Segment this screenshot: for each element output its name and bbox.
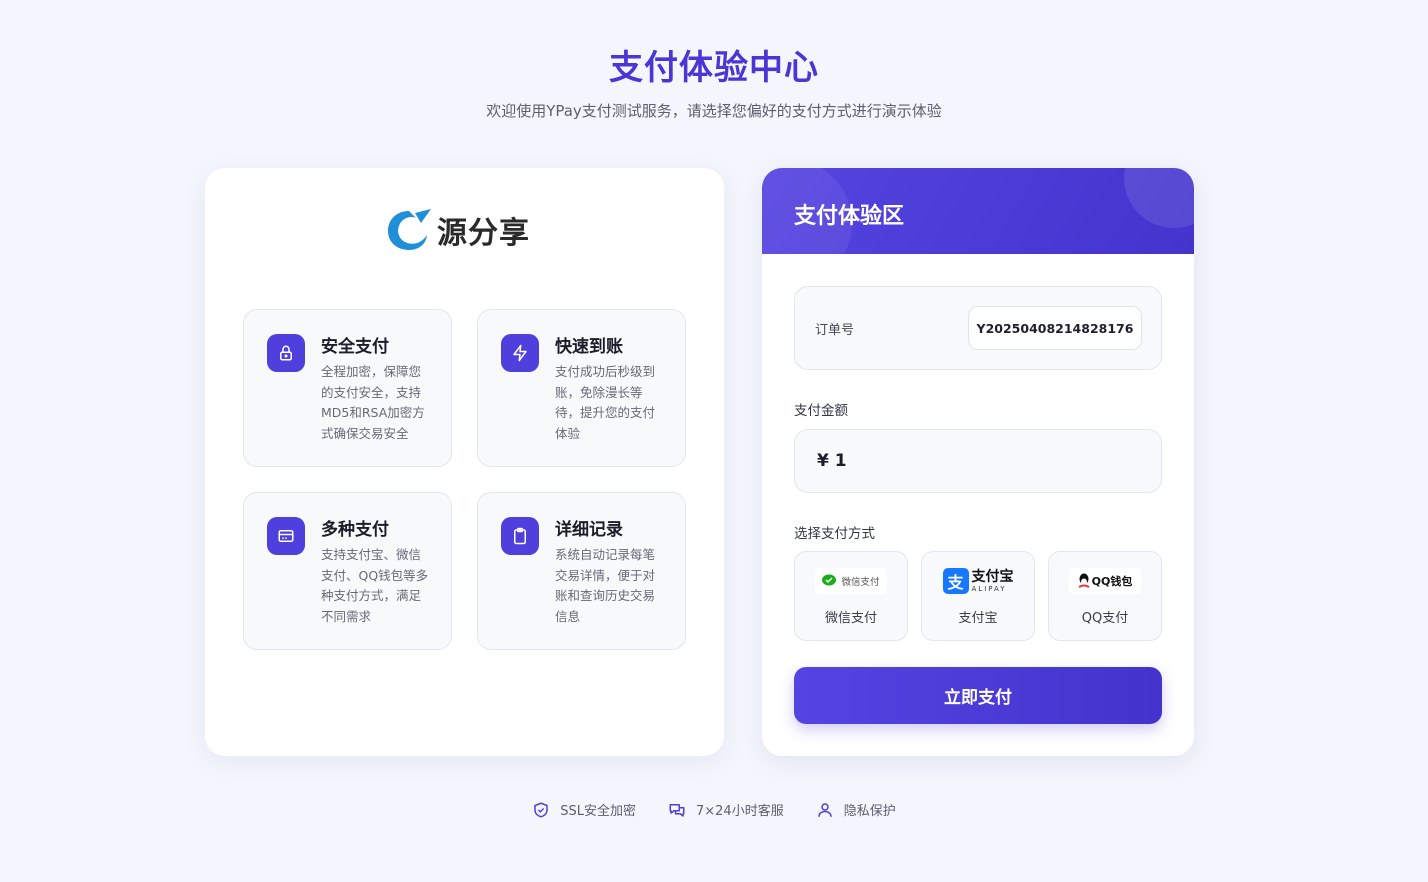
footer-ssl: SSL安全加密: [532, 800, 636, 819]
payment-method-name: QQ支付: [1081, 611, 1129, 626]
order-number-field[interactable]: Y20250408214828176: [968, 306, 1142, 350]
order-number-row: 订单号 Y20250408214828176: [794, 286, 1162, 370]
alipay-icon: 支: [942, 568, 969, 594]
brand-logo: 源分享: [385, 206, 545, 254]
brand-logo-icon: [388, 209, 431, 250]
user-icon: [817, 802, 832, 817]
qq-penguin-icon: [1078, 573, 1090, 588]
qq-logo-text: QQ钱包: [1091, 575, 1133, 588]
page-subtitle: 欢迎使用YPay支付测试服务，请选择您偏好的支付方式进行演示体验: [486, 102, 942, 120]
feature-desc: 系统自动记录每笔交易详情，便于对账和查询历史交易信息: [555, 547, 656, 624]
payment-method-label: 选择支付方式: [794, 526, 875, 542]
payment-method-qq[interactable]: QQ钱包 QQ支付: [1048, 551, 1162, 641]
amount-field[interactable]: ¥ 1: [794, 429, 1162, 493]
wechat-logo-text: 微信支付: [841, 577, 880, 588]
amount-label: 支付金额: [794, 403, 848, 419]
payment-method-name: 微信支付: [824, 611, 877, 626]
lightning-icon: [501, 334, 539, 372]
feature-detailed-records: 详细记录 系统自动记录每笔交易详情，便于对账和查询历史交易信息: [477, 492, 686, 650]
alipay-logo-text: 支付宝: [971, 568, 1014, 585]
chat-icon: [669, 803, 685, 817]
pay-now-button[interactable]: 立即支付: [794, 667, 1162, 724]
header-decoration: [1124, 168, 1194, 228]
feature-title: 详细记录: [555, 520, 623, 540]
footer-label: 7×24小时客服: [696, 804, 784, 819]
wechat-icon: [822, 574, 837, 586]
alipay-logo-sub: ALIPAY: [971, 584, 1007, 593]
feature-title: 快速到账: [555, 337, 623, 357]
payment-method-wechat[interactable]: 微信支付 微信支付: [794, 551, 908, 641]
order-number-label: 订单号: [815, 323, 855, 338]
payment-card: 支付体验区 订单号 Y20250408214828176 支付金额 ¥ 1 选择…: [762, 168, 1194, 756]
footer-label: SSL安全加密: [560, 804, 636, 819]
feature-title: 多种支付: [321, 520, 389, 540]
payment-method-name: 支付宝: [958, 611, 998, 626]
page-title: 支付体验中心: [609, 48, 819, 88]
qq-wallet-logo: QQ钱包: [1069, 568, 1141, 594]
footer-privacy: 隐私保护: [816, 800, 896, 819]
clipboard-icon: [501, 517, 539, 555]
payment-method-alipay[interactable]: 支 支付宝 ALIPAY 支付宝: [921, 551, 1035, 641]
footer: SSL安全加密 7×24小时客服 隐私保护: [0, 800, 1428, 819]
wechat-pay-logo: 微信支付: [815, 568, 887, 594]
feature-secure-payment: 安全支付 全程加密，保障您的支付安全，支持MD5和RSA加密方式确保交易安全: [243, 309, 452, 467]
brand-logo-text: 源分享: [437, 216, 530, 251]
feature-desc: 支持支付宝、微信支付、QQ钱包等多种支付方式，满足不同需求: [321, 547, 429, 624]
footer-label: 隐私保护: [843, 804, 896, 819]
alipay-logo: 支 支付宝 ALIPAY: [942, 567, 1014, 595]
card-icon: [267, 517, 305, 555]
shield-check-icon: [534, 802, 548, 817]
feature-multi-payment: 多种支付 支持支付宝、微信支付、QQ钱包等多种支付方式，满足不同需求: [243, 492, 452, 650]
feature-desc: 支付成功后秒级到账，免除漫长等待，提升您的支付体验: [555, 364, 656, 441]
features-card: 源分享 安全支付 全程加密，保障您的支付安全，支持MD5和RSA加密方式确保交易…: [205, 168, 724, 756]
payment-title: 支付体验区: [794, 204, 905, 229]
feature-title: 安全支付: [321, 337, 389, 357]
payment-header: 支付体验区: [762, 168, 1194, 254]
footer-support: 7×24小时客服: [668, 800, 784, 819]
feature-fast-arrival: 快速到账 支付成功后秒级到账，免除漫长等待，提升您的支付体验: [477, 309, 686, 467]
feature-desc: 全程加密，保障您的支付安全，支持MD5和RSA加密方式确保交易安全: [321, 364, 425, 441]
lock-icon: [267, 334, 305, 372]
